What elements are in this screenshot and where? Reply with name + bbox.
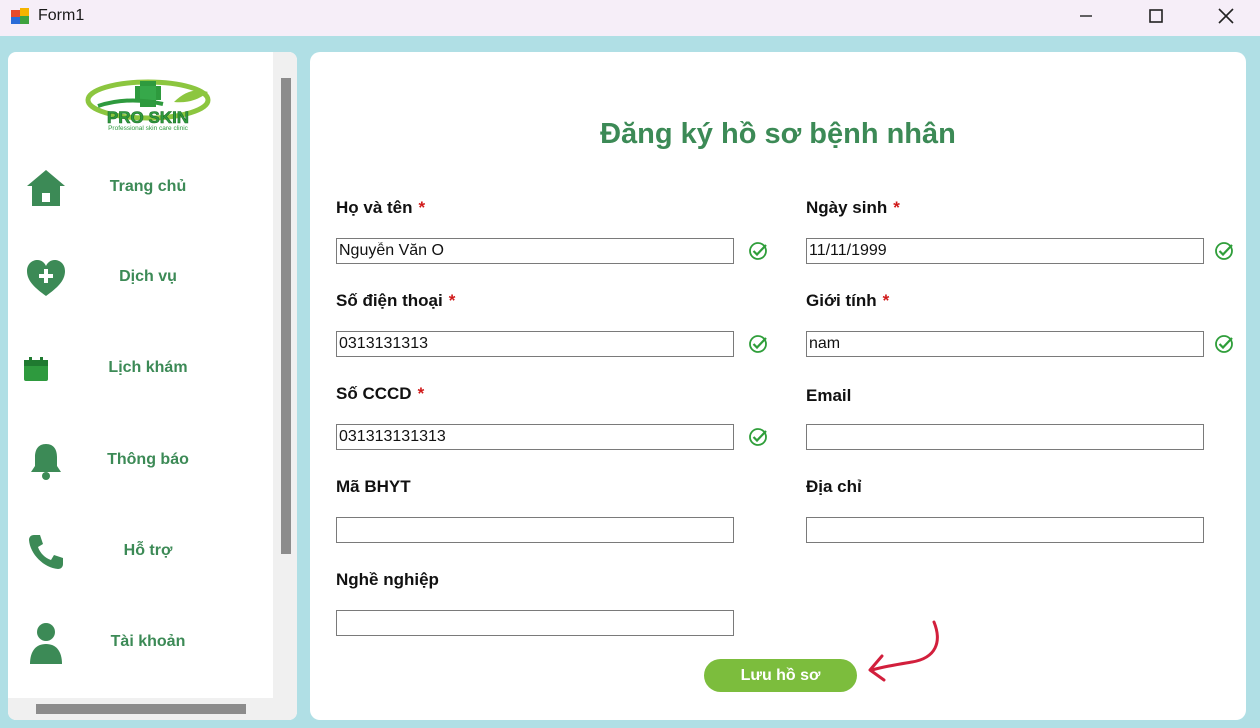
check-circle-icon <box>749 242 767 260</box>
occupation-input[interactable] <box>336 610 734 636</box>
sidebar-item-label: Tài khoản <box>110 633 186 650</box>
sidebar: PRO SKIN Professional skin care clinic T… <box>8 52 297 720</box>
sidebar-item-label: Hỗ trợ <box>123 542 173 559</box>
insurance-code-input[interactable] <box>336 517 734 543</box>
gender-label-text: Giới tính <box>806 291 877 310</box>
email-field[interactable] <box>806 424 1204 450</box>
phone-label: Số điện thoại * <box>336 291 455 311</box>
title-bar: Form1 <box>0 0 1260 36</box>
save-profile-button[interactable]: Lưu hồ sơ <box>704 659 857 692</box>
email-label: Email <box>806 386 852 405</box>
heart-plus-icon <box>22 258 70 298</box>
gender-label: Giới tính * <box>806 291 889 311</box>
check-circle-icon <box>1215 335 1233 353</box>
home-icon <box>22 168 70 208</box>
user-icon <box>22 623 70 664</box>
id-card-label-text: Số CCCD <box>336 384 412 403</box>
minimize-icon <box>1080 15 1092 17</box>
calendar-icon <box>12 349 60 389</box>
check-circle-icon <box>1215 242 1233 260</box>
full-name-label: Họ và tên * <box>336 198 425 218</box>
close-icon <box>1218 8 1234 24</box>
sidebar-item-schedule[interactable]: Lịch khám <box>8 339 273 399</box>
required-marker: * <box>417 384 425 403</box>
required-marker: * <box>448 291 456 310</box>
address-label: Địa chỉ <box>806 477 862 496</box>
address-input[interactable] <box>806 517 1204 543</box>
app-icon <box>11 8 29 24</box>
maximize-button[interactable] <box>1126 0 1186 32</box>
check-circle-icon <box>749 335 767 353</box>
pro-skin-logo: PRO SKIN Professional skin care clinic <box>85 79 211 132</box>
sidebar-vertical-scroll-thumb[interactable] <box>281 78 291 554</box>
sidebar-item-label: Trang chủ <box>109 178 187 195</box>
full-name-label-text: Họ và tên <box>336 198 413 217</box>
sidebar-item-label: Dịch vụ <box>119 268 177 285</box>
annotation-arrow-icon <box>868 620 939 682</box>
maximize-icon <box>1149 9 1163 23</box>
birth-date-label-text: Ngày sinh <box>806 198 888 217</box>
sidebar-item-services[interactable]: Dịch vụ <box>8 248 273 308</box>
birth-date-label: Ngày sinh * <box>806 198 900 218</box>
sidebar-item-support[interactable]: Hỗ trợ <box>8 522 273 582</box>
gender-input[interactable] <box>806 331 1204 357</box>
full-name-input[interactable] <box>336 238 734 264</box>
sidebar-item-notifications[interactable]: Thông báo <box>8 431 273 491</box>
check-circle-icon <box>749 428 767 446</box>
window-title: Form1 <box>38 7 85 24</box>
required-marker: * <box>893 198 900 217</box>
sidebar-item-home[interactable]: Trang chủ <box>8 158 273 218</box>
minimize-button[interactable] <box>1056 0 1116 32</box>
sidebar-item-label: Lịch khám <box>108 359 188 376</box>
page-title: Đăng ký hồ sơ bệnh nhân <box>600 118 956 150</box>
id-card-input[interactable] <box>336 424 734 450</box>
bell-icon <box>22 441 70 481</box>
phone-label-text: Số điện thoại <box>336 291 443 310</box>
occupation-label: Nghề nghiệp <box>336 570 439 589</box>
logo-tagline: Professional skin care clinic <box>108 125 189 132</box>
required-marker: * <box>882 291 890 310</box>
registration-form-panel: Đăng ký hồ sơ bệnh nhân Họ và tên * Ngày … <box>310 52 1246 720</box>
phone-icon <box>22 532 70 572</box>
id-card-label: Số CCCD * <box>336 384 424 404</box>
close-button[interactable] <box>1196 0 1256 32</box>
required-marker: * <box>418 198 426 217</box>
birth-date-input[interactable] <box>806 238 1204 264</box>
sidebar-horizontal-scroll-thumb[interactable] <box>36 704 246 714</box>
phone-input[interactable] <box>336 331 734 357</box>
sidebar-item-label: Thông báo <box>107 451 189 468</box>
sidebar-item-account[interactable]: Tài khoản <box>8 613 273 673</box>
insurance-code-label: Mã BHYT <box>336 477 411 496</box>
